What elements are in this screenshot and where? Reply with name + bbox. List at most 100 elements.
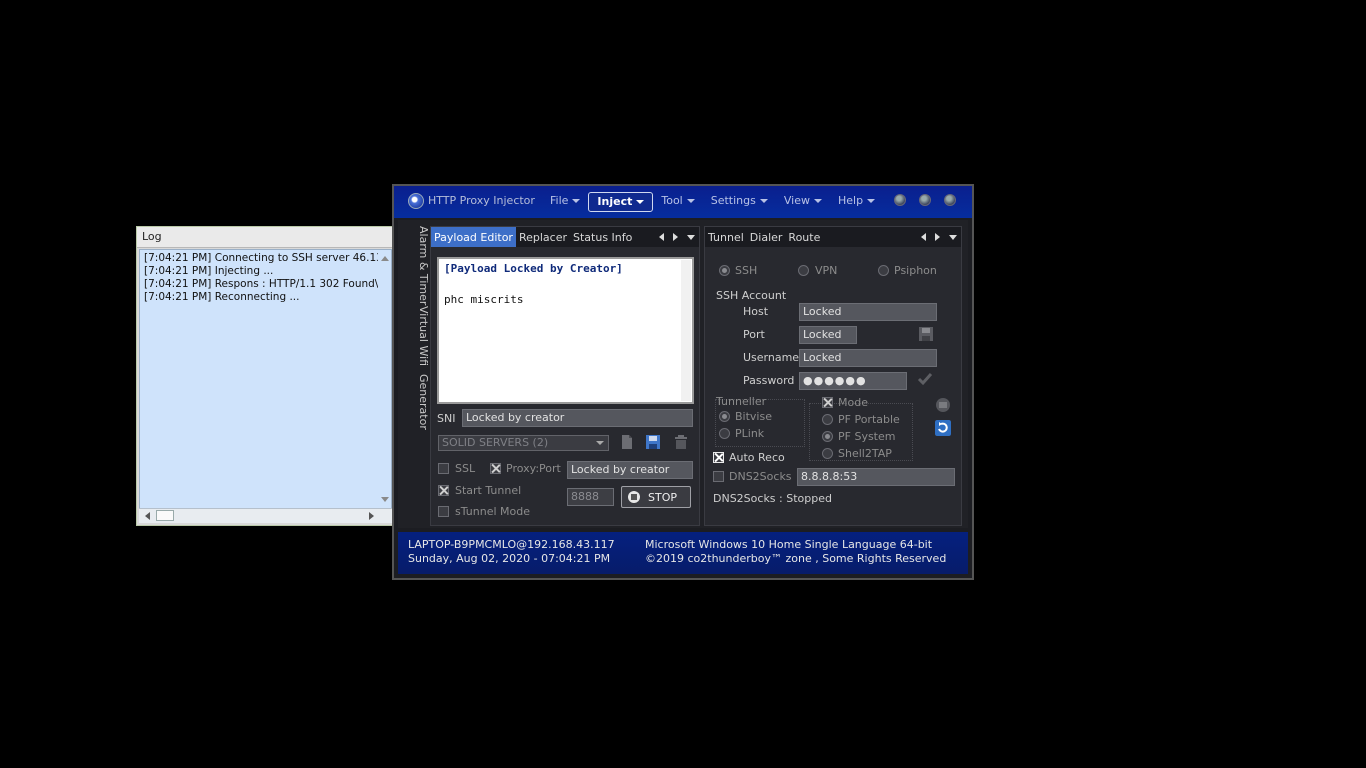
ssl-label: SSL: [455, 462, 476, 475]
log-vertical-scrollbar[interactable]: [378, 250, 391, 508]
psiphon-radio[interactable]: [878, 265, 889, 276]
delete-icon[interactable]: [673, 434, 689, 450]
tunnel-panel: Tunnel Dialer Route SSH VPN Psiphon SSH …: [704, 226, 962, 526]
plink-label: PLink: [735, 427, 765, 440]
dns-server-field[interactable]: 8.8.8.8:53: [797, 468, 955, 486]
host-field[interactable]: Locked: [799, 303, 937, 321]
menu-view[interactable]: View: [776, 192, 830, 210]
save-icon[interactable]: [645, 434, 661, 450]
log-line: [7:04:21 PM] Injecting ...: [144, 265, 274, 277]
stop-button[interactable]: STOP: [621, 486, 691, 508]
status-footer: LAPTOP-B9PMCMLO@192.168.43.117 Sunday, A…: [398, 532, 968, 574]
chevron-down-icon: [867, 199, 876, 203]
scroll-up-icon[interactable]: [381, 256, 389, 261]
tab-status-info[interactable]: Status Info: [570, 227, 635, 247]
ssl-checkbox[interactable]: [438, 463, 449, 474]
stunnel-mode-checkbox[interactable]: [438, 506, 449, 517]
mode-checkbox[interactable]: [822, 397, 833, 408]
tab-virtual-wifi[interactable]: Virtual Wifi: [410, 306, 430, 366]
plink-radio[interactable]: [719, 428, 730, 439]
username-label: Username: [743, 351, 800, 364]
tab-alarm-timer[interactable]: Alarm & Timer: [410, 226, 430, 305]
log-horizontal-scrollbar[interactable]: [139, 508, 392, 523]
refresh-icon[interactable]: [935, 420, 951, 436]
chevron-down-icon: [596, 441, 604, 445]
app-logo-icon: [408, 193, 424, 209]
maximize-button[interactable]: [919, 194, 931, 206]
payload-header: [Payload Locked by Creator]: [444, 262, 623, 275]
menu-tool[interactable]: Tool: [653, 192, 702, 210]
document-icon[interactable]: [619, 434, 635, 450]
server-select[interactable]: SOLID SERVERS (2): [438, 435, 609, 451]
proxy-port-field[interactable]: Locked by creator: [567, 461, 693, 479]
tab-generator[interactable]: Generator: [410, 374, 430, 430]
payload-tabs: Payload Editor Replacer Status Info: [431, 227, 699, 247]
shell2tap-radio[interactable]: [822, 448, 833, 459]
chevron-down-icon: [636, 200, 645, 204]
chevron-down-icon[interactable]: [687, 234, 695, 240]
proxy-port-checkbox[interactable]: [490, 463, 501, 474]
ssh-radio[interactable]: [719, 265, 730, 276]
menu-file[interactable]: File: [542, 192, 588, 210]
scroll-left-icon[interactable]: [145, 512, 150, 520]
chevron-down-icon: [572, 199, 581, 203]
host-info: LAPTOP-B9PMCMLO@192.168.43.117: [408, 538, 615, 551]
arrow-right-icon[interactable]: [673, 233, 678, 241]
sni-field[interactable]: Locked by creator: [462, 409, 693, 427]
tab-replacer[interactable]: Replacer: [516, 227, 570, 247]
pf-portable-radio[interactable]: [822, 414, 833, 425]
chevron-down-icon: [759, 199, 768, 203]
tab-payload-editor[interactable]: Payload Editor: [431, 227, 516, 247]
vpn-label: VPN: [815, 264, 838, 277]
save-icon[interactable]: [918, 326, 934, 342]
tab-scroll-controls: [659, 227, 695, 247]
log-output[interactable]: [7:04:21 PM] Connecting to SSH server 46…: [139, 249, 392, 509]
arrow-left-icon[interactable]: [921, 233, 926, 241]
vpn-radio[interactable]: [798, 265, 809, 276]
log-line: [7:04:21 PM] Connecting to SSH server 46…: [144, 252, 392, 264]
pf-system-radio[interactable]: [822, 431, 833, 442]
username-field[interactable]: Locked: [799, 349, 937, 367]
auto-reco-label: Auto Reco: [729, 451, 785, 464]
local-port-field[interactable]: 8888: [567, 488, 614, 506]
port-field[interactable]: Locked: [799, 326, 857, 344]
menu-help[interactable]: Help: [830, 192, 883, 210]
bitvise-label: Bitvise: [735, 410, 772, 423]
shell2tap-label: Shell2TAP: [838, 447, 892, 460]
arrow-left-icon[interactable]: [659, 233, 664, 241]
chevron-down-icon: [813, 199, 822, 203]
bitvise-radio[interactable]: [719, 411, 730, 422]
password-field[interactable]: ●●●●●●: [799, 372, 907, 390]
checkmark-icon[interactable]: [917, 371, 933, 387]
menu-inject[interactable]: Inject: [588, 192, 654, 212]
scroll-right-icon[interactable]: [369, 512, 374, 520]
tunneller-label: Tunneller: [716, 395, 767, 408]
tab-tunnel[interactable]: Tunnel: [705, 227, 747, 247]
tab-route[interactable]: Route: [785, 227, 823, 247]
pf-system-label: PF System: [838, 430, 896, 443]
chevron-down-icon[interactable]: [949, 234, 957, 240]
payload-scrollbar[interactable]: [681, 260, 691, 401]
log-line: [7:04:21 PM] Respons : HTTP/1.1 302 Foun…: [144, 278, 387, 290]
payload-text: phc miscrits: [444, 293, 524, 306]
menu-settings[interactable]: Settings: [703, 192, 776, 210]
title-bar[interactable]: HTTP Proxy Injector File Inject Tool Set…: [394, 186, 972, 218]
chevron-down-icon: [686, 199, 695, 203]
start-tunnel-checkbox[interactable]: [438, 485, 449, 496]
dns-status: DNS2Socks : Stopped: [713, 492, 832, 505]
datetime-info: Sunday, Aug 02, 2020 - 07:04:21 PM: [408, 552, 611, 565]
minimize-button[interactable]: [894, 194, 906, 206]
close-button[interactable]: [944, 194, 956, 206]
dns2socks-checkbox[interactable]: [713, 471, 724, 482]
dns2socks-label: DNS2Socks: [729, 470, 792, 483]
network-adapter-icon[interactable]: [935, 397, 951, 413]
copyright-info: ©2019 co2thunderboy™ zone , Some Rights …: [645, 552, 947, 565]
tab-dialer[interactable]: Dialer: [747, 227, 786, 247]
payload-editor[interactable]: [Payload Locked by Creator] phc miscrits: [437, 257, 694, 404]
port-label: Port: [743, 328, 765, 341]
scroll-thumb[interactable]: [156, 510, 174, 521]
arrow-right-icon[interactable]: [935, 233, 940, 241]
ssh-label: SSH: [735, 264, 758, 277]
scroll-down-icon[interactable]: [381, 497, 389, 502]
auto-reco-checkbox[interactable]: [713, 452, 724, 463]
